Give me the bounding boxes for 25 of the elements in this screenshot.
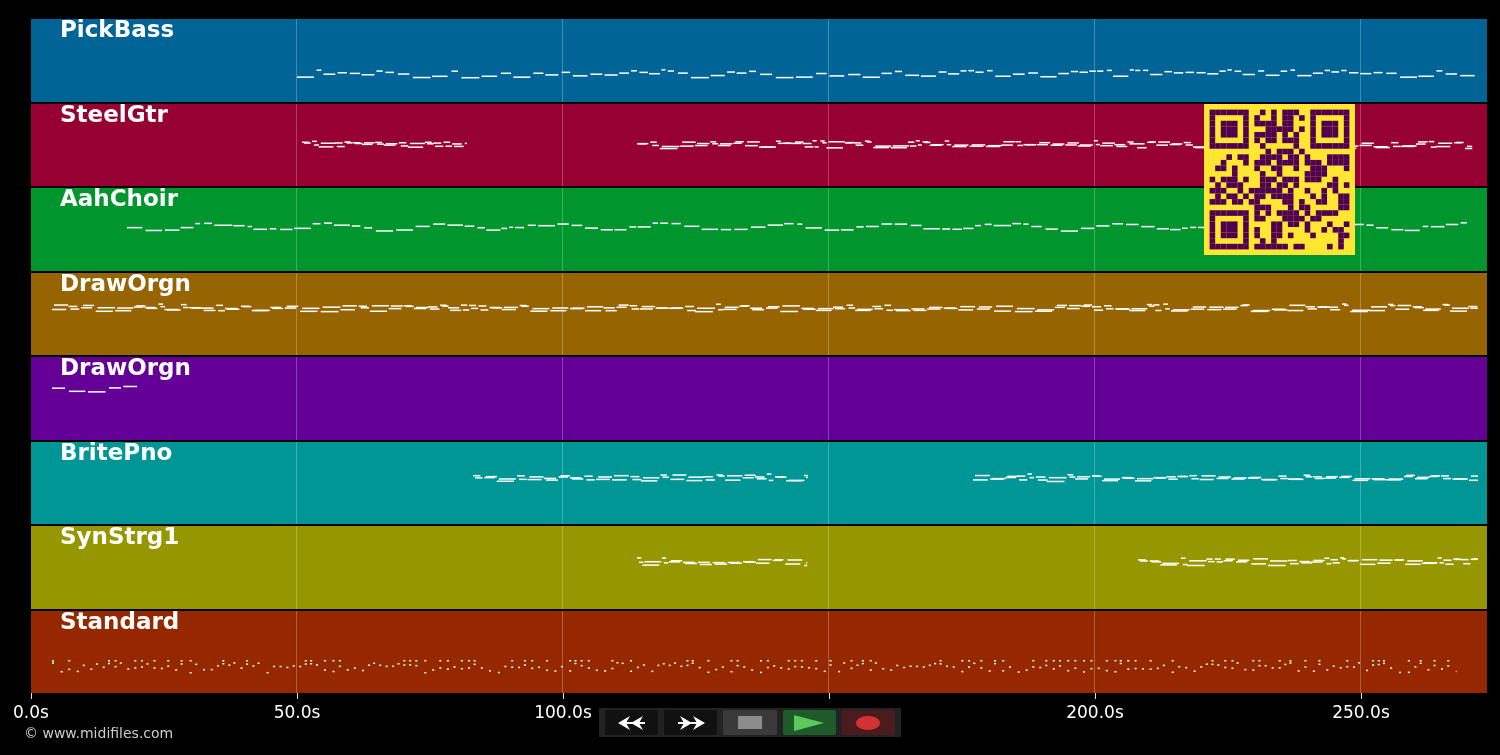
track-name: Standard: [60, 606, 180, 635]
rewind-icon: [617, 715, 646, 730]
axis-label: 200.0s: [1066, 702, 1124, 722]
track-name: BritePno: [60, 437, 173, 466]
axis-label: 0.0s: [13, 702, 49, 722]
track-name: PickBass: [60, 15, 175, 43]
axis-label: 250.0s: [1332, 702, 1390, 722]
track-name: DrawOrgn: [60, 353, 191, 381]
track-name: AahChoir: [60, 184, 178, 212]
track-name: DrawOrgn: [60, 268, 191, 297]
copyright-text: © www.midifiles.com: [24, 725, 174, 741]
qr-code-icon: [1204, 104, 1355, 255]
stop-button[interactable]: [723, 710, 777, 735]
fast-forward-icon: [676, 715, 705, 730]
record-icon: [856, 715, 881, 730]
record-button[interactable]: [841, 710, 895, 735]
axis-label: 50.0s: [273, 702, 321, 722]
rewind-button[interactable]: [605, 710, 659, 735]
stop-icon: [738, 716, 762, 729]
forward-button[interactable]: [664, 710, 718, 735]
axis-label: 100.0s: [534, 702, 592, 722]
play-icon: [794, 714, 825, 731]
play-button[interactable]: [782, 710, 836, 735]
track-name: SynStrg1: [60, 522, 180, 550]
track-name: SteelGtr: [60, 99, 168, 128]
